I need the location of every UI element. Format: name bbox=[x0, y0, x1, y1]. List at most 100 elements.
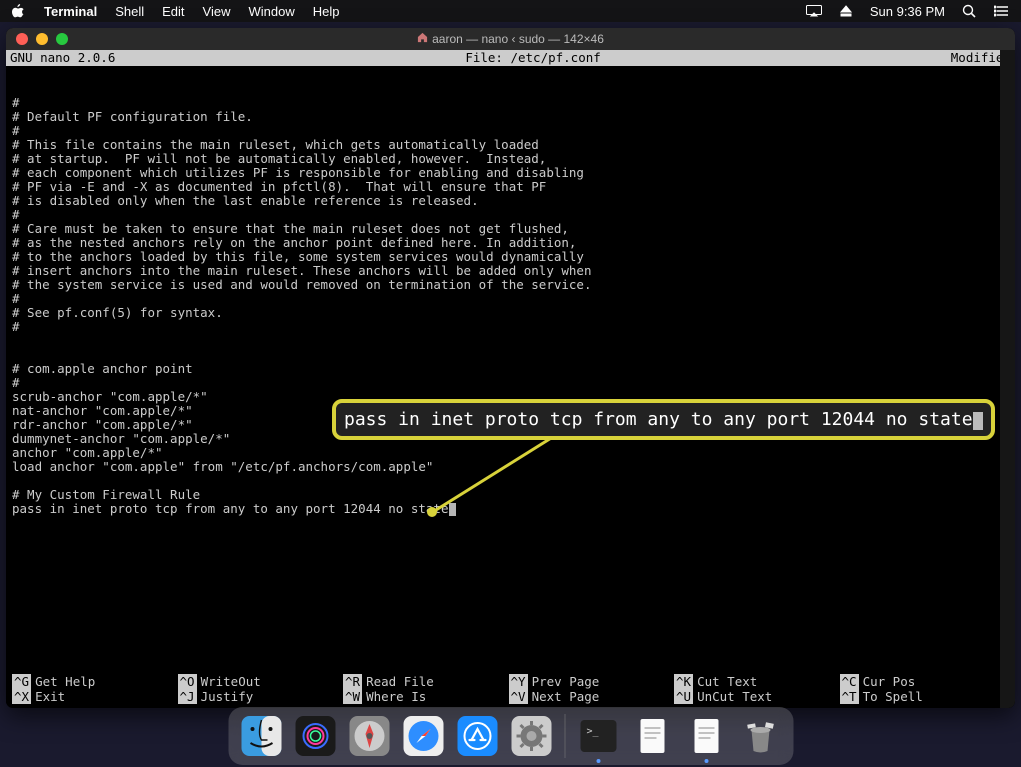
editor-line: dummynet-anchor "com.apple/*" bbox=[12, 432, 1009, 446]
editor-line: # bbox=[12, 208, 1009, 222]
editor-line: # bbox=[12, 124, 1009, 138]
nano-shortcut: ^W Where Is bbox=[343, 689, 509, 704]
terminal-window: aaron — nano ‹ sudo — 142×46 GNU nano 2.… bbox=[6, 28, 1015, 708]
nano-shortcut: ^R Read File bbox=[343, 674, 509, 689]
shortcut-label: To Spell bbox=[863, 689, 923, 704]
editor-line: # insert anchors into the main ruleset. … bbox=[12, 264, 1009, 278]
editor-line: # See pf.conf(5) for syntax. bbox=[12, 306, 1009, 320]
shortcut-label: UnCut Text bbox=[697, 689, 772, 704]
dock-finder[interactable] bbox=[238, 713, 284, 759]
shortcut-label: WriteOut bbox=[201, 674, 261, 689]
shortcut-label: Exit bbox=[35, 689, 65, 704]
svg-text:>_: >_ bbox=[586, 726, 599, 737]
shortcut-label: Justify bbox=[201, 689, 254, 704]
shortcut-label: Where Is bbox=[366, 689, 426, 704]
menu-help[interactable]: Help bbox=[313, 4, 340, 19]
editor-line: # Care must be taken to ensure that the … bbox=[12, 222, 1009, 236]
nano-shortcut: ^O WriteOut bbox=[178, 674, 344, 689]
menu-window[interactable]: Window bbox=[249, 4, 295, 19]
editor-line bbox=[12, 474, 1009, 488]
shortcut-label: Read File bbox=[366, 674, 434, 689]
dock-launchpad[interactable] bbox=[346, 713, 392, 759]
editor-line: # bbox=[12, 292, 1009, 306]
nano-shortcut: ^JJustify bbox=[178, 689, 344, 704]
nano-header: GNU nano 2.0.6 File: /etc/pf.conf Modifi… bbox=[6, 50, 1015, 66]
nano-shortcut: ^K Cut Text bbox=[674, 674, 840, 689]
shortcut-label: Get Help bbox=[35, 674, 95, 689]
keycap: ^V bbox=[509, 689, 528, 704]
app-menu[interactable]: Terminal bbox=[44, 4, 97, 19]
shortcut-label: Cur Pos bbox=[863, 674, 916, 689]
editor-line: nat-anchor "com.apple/*" bbox=[12, 404, 1009, 418]
editor-line: # bbox=[12, 320, 1009, 334]
editor-line bbox=[12, 334, 1009, 348]
apple-logo-icon[interactable] bbox=[12, 4, 26, 18]
editor-line: # com.apple anchor point bbox=[12, 362, 1009, 376]
keycap: ^T bbox=[840, 689, 859, 704]
editor-line: # each component which utilizes PF is re… bbox=[12, 166, 1009, 180]
dock-recent-doc-1[interactable] bbox=[629, 713, 675, 759]
nano-shortcut: ^V Next Page bbox=[509, 689, 675, 704]
editor-line bbox=[12, 348, 1009, 362]
editor-line: # the system service is used and would r… bbox=[12, 278, 1009, 292]
nano-shortcut: ^X Exit bbox=[12, 689, 178, 704]
dock-safari[interactable] bbox=[400, 713, 446, 759]
window-title: aaron — nano ‹ sudo — 142×46 bbox=[6, 32, 1015, 46]
editor-line: # PF via -E and -X as documented in pfct… bbox=[12, 180, 1009, 194]
editor-line: # to the anchors loaded by this file, so… bbox=[12, 250, 1009, 264]
keycap: ^Y bbox=[509, 674, 528, 689]
menu-shell[interactable]: Shell bbox=[115, 4, 144, 19]
editor-line: load anchor "com.apple" from "/etc/pf.an… bbox=[12, 460, 1009, 474]
keycap: ^R bbox=[343, 674, 362, 689]
editor-line: # bbox=[12, 376, 1009, 390]
shortcut-label: Next Page bbox=[532, 689, 600, 704]
shortcut-label: Prev Page bbox=[532, 674, 600, 689]
editor-line: # is disabled only when the last enable … bbox=[12, 194, 1009, 208]
editor-line: rdr-anchor "com.apple/*" bbox=[12, 418, 1009, 432]
nano-file-path: File: /etc/pf.conf bbox=[465, 50, 600, 65]
cursor bbox=[449, 503, 456, 516]
dock-system-preferences[interactable] bbox=[508, 713, 554, 759]
dock-trash[interactable] bbox=[737, 713, 783, 759]
zoom-button[interactable] bbox=[56, 33, 68, 45]
keycap: ^O bbox=[178, 674, 197, 689]
editor-line: # at startup. PF will not be automatical… bbox=[12, 152, 1009, 166]
keycap: ^U bbox=[674, 689, 693, 704]
dock-recent-terminal[interactable]: >_ bbox=[575, 713, 621, 759]
nano-shortcut: ^U UnCut Text bbox=[674, 689, 840, 704]
nano-editor-body[interactable]: ## Default PF configuration file.## This… bbox=[6, 66, 1015, 674]
dock: >_ bbox=[228, 707, 793, 765]
clock[interactable]: Sun 9:36 PM bbox=[870, 4, 945, 19]
dock-app-store[interactable] bbox=[454, 713, 500, 759]
menu-list-icon[interactable] bbox=[993, 3, 1009, 19]
scrollbar[interactable] bbox=[1000, 50, 1015, 708]
keycap: ^X bbox=[12, 689, 31, 704]
airplay-icon[interactable] bbox=[806, 3, 822, 19]
eject-icon[interactable] bbox=[838, 3, 854, 19]
close-button[interactable] bbox=[16, 33, 28, 45]
menu-edit[interactable]: Edit bbox=[162, 4, 184, 19]
editor-line: scrub-anchor "com.apple/*" bbox=[12, 390, 1009, 404]
dock-recent-doc-2[interactable] bbox=[683, 713, 729, 759]
keycap: ^W bbox=[343, 689, 362, 704]
spotlight-icon[interactable] bbox=[961, 3, 977, 19]
editor-line: # My Custom Firewall Rule bbox=[12, 488, 1009, 502]
minimize-button[interactable] bbox=[36, 33, 48, 45]
menu-view[interactable]: View bbox=[203, 4, 231, 19]
keycap: ^C bbox=[840, 674, 859, 689]
shortcut-label: Cut Text bbox=[697, 674, 757, 689]
editor-line: # as the nested anchors rely on the anch… bbox=[12, 236, 1009, 250]
nano-shortcut: ^GGet Help bbox=[12, 674, 178, 689]
editor-line: pass in inet proto tcp from any to any p… bbox=[12, 502, 1009, 516]
nano-version: GNU nano 2.0.6 bbox=[10, 50, 115, 65]
dock-siri[interactable] bbox=[292, 713, 338, 759]
nano-shortcut: ^C Cur Pos bbox=[840, 674, 1006, 689]
window-titlebar[interactable]: aaron — nano ‹ sudo — 142×46 bbox=[6, 28, 1015, 50]
editor-line: # Default PF configuration file. bbox=[12, 110, 1009, 124]
keycap: ^K bbox=[674, 674, 693, 689]
dock-separator bbox=[564, 714, 565, 758]
editor-line: # This file contains the main ruleset, w… bbox=[12, 138, 1009, 152]
macos-menubar: Terminal Shell Edit View Window Help Sun… bbox=[0, 0, 1021, 22]
editor-line: # bbox=[12, 96, 1009, 110]
editor-line: anchor "com.apple/*" bbox=[12, 446, 1009, 460]
